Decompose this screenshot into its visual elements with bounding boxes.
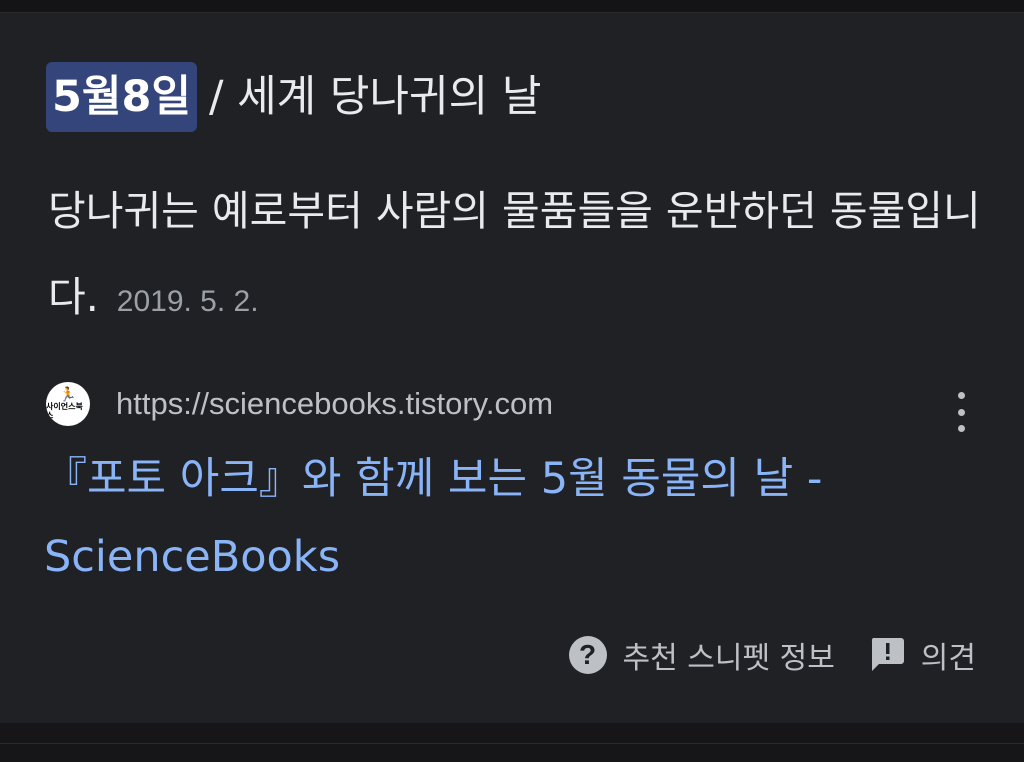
result-title-link[interactable]: 『포토 아크』와 함께 보는 5월 동물의 날 - ScienceBooks (44, 440, 994, 596)
snippet-footer: ? 추천 스니펫 정보 의견 (568, 632, 976, 678)
source-url[interactable]: https://sciencebooks.tistory.com (116, 386, 553, 422)
heading-highlight: 5월8일 (46, 62, 197, 132)
more-vert-icon[interactable] (950, 392, 972, 432)
source-row[interactable]: 🏃 사이언스북스 https://sciencebooks.tistory.co… (46, 380, 553, 428)
top-divider (0, 0, 1024, 13)
snippet-date: 2019. 5. 2. (116, 285, 259, 318)
kebab-dot (957, 425, 965, 432)
bottom-strip (0, 723, 1024, 762)
favicon-label: 사이언스북스 (46, 402, 83, 420)
runner-icon: 🏃 (59, 387, 77, 403)
heading-text: / 세계 당나귀의 날 (208, 72, 542, 122)
snippet-body: 당나귀는 예로부터 사람의 물품들을 운반하던 동물입니다. 2019. 5. 2… (48, 168, 988, 345)
site-favicon: 🏃 사이언스북스 (46, 382, 90, 426)
kebab-dot (957, 392, 965, 399)
snippet-heading: 5월8일 / 세계 당나귀의 날 (46, 62, 541, 132)
help-circle-icon[interactable]: ? (568, 636, 607, 674)
feedback-icon[interactable] (869, 636, 905, 674)
feedback-link[interactable]: 의견 (921, 633, 976, 677)
about-snippets-link[interactable]: 추천 스니펫 정보 (623, 633, 835, 677)
kebab-dot (957, 408, 965, 416)
divider (0, 743, 1024, 744)
